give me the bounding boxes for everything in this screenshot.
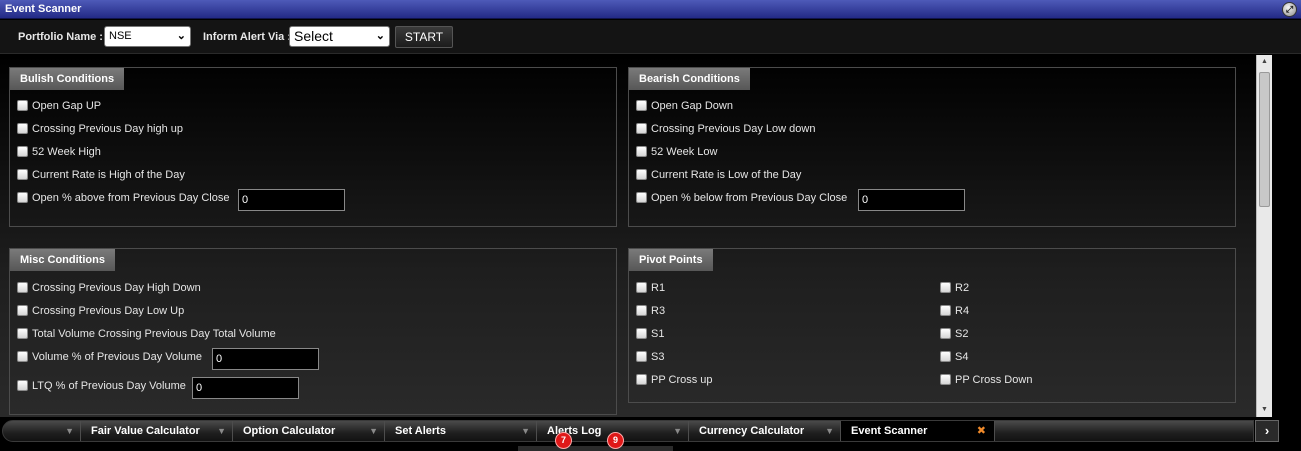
chevron-down-icon: ▼ xyxy=(65,426,74,436)
chevron-down-icon: ▼ xyxy=(673,426,682,436)
checkbox[interactable] xyxy=(636,192,647,203)
scroll-up-icon[interactable]: ▲ xyxy=(1257,55,1272,69)
bearish-current-low[interactable]: Current Rate is Low of the Day xyxy=(636,169,801,181)
misc-crossing-prev-high-down[interactable]: Crossing Previous Day High Down xyxy=(17,282,201,294)
checkbox[interactable] xyxy=(636,123,647,134)
pivot-r2[interactable]: R2 xyxy=(940,282,969,294)
window-title: Event Scanner xyxy=(5,3,82,15)
portfolio-select[interactable]: NSE ⌄ xyxy=(104,26,191,47)
bullish-panel-title: Bulish Conditions xyxy=(10,68,125,90)
alerts-log-badge: 9 xyxy=(607,432,624,449)
checkbox[interactable] xyxy=(636,328,647,339)
inform-alert-select[interactable]: Select ⌄ xyxy=(289,26,390,47)
misc-ltq-percent-input[interactable]: 0 xyxy=(192,377,299,399)
toolbar: Portfolio Name : NSE ⌄ Inform Alert Via … xyxy=(0,20,1301,54)
bullish-open-gap-up[interactable]: Open Gap UP xyxy=(17,100,101,112)
chevron-down-icon: ⌄ xyxy=(375,30,385,42)
window-titlebar: Event Scanner ⤢ xyxy=(0,0,1301,19)
checkbox[interactable] xyxy=(940,351,951,362)
bullish-52-week-high[interactable]: 52 Week High xyxy=(17,146,101,158)
bullish-open-percent-above[interactable]: Open % above from Previous Day Close xyxy=(17,192,229,204)
checkbox[interactable] xyxy=(17,351,28,362)
checkbox[interactable] xyxy=(17,192,28,203)
checkbox[interactable] xyxy=(636,282,647,293)
bearish-open-percent-below[interactable]: Open % below from Previous Day Close xyxy=(636,192,847,204)
pivot-s3[interactable]: S3 xyxy=(636,351,664,363)
checkbox[interactable] xyxy=(17,100,28,111)
chevron-down-icon: ⌄ xyxy=(176,30,186,42)
checkbox[interactable] xyxy=(17,123,28,134)
bullish-current-high[interactable]: Current Rate is High of the Day xyxy=(17,169,185,181)
chevron-down-icon: ▼ xyxy=(217,426,226,436)
pivot-panel-title: Pivot Points xyxy=(629,249,713,271)
pivot-panel: Pivot Points xyxy=(628,248,1236,403)
inform-alert-label: Inform Alert Via : xyxy=(203,31,292,43)
checkbox[interactable] xyxy=(17,328,28,339)
tab-fair-value-calculator[interactable]: Fair Value Calculator ▼ xyxy=(81,421,233,441)
inform-alert-select-value: Select xyxy=(294,28,333,44)
pivot-r3[interactable]: R3 xyxy=(636,305,665,317)
chevron-right-icon[interactable]: › xyxy=(1255,420,1279,442)
close-icon[interactable]: ✖ xyxy=(977,421,986,441)
scroll-thumb[interactable] xyxy=(1259,72,1270,207)
expand-icon[interactable]: ⤢ xyxy=(1282,2,1297,17)
misc-ltq-percent[interactable]: LTQ % of Previous Day Volume xyxy=(17,380,186,392)
bearish-panel-title: Bearish Conditions xyxy=(629,68,750,90)
bearish-open-gap-down[interactable]: Open Gap Down xyxy=(636,100,733,112)
vertical-scrollbar[interactable]: ▲ ▼ xyxy=(1256,55,1272,417)
tab-strip: ▼ Fair Value Calculator ▼ Option Calculat… xyxy=(2,420,1254,442)
checkbox[interactable] xyxy=(636,100,647,111)
checkbox[interactable] xyxy=(17,146,28,157)
checkbox[interactable] xyxy=(17,380,28,391)
checkbox[interactable] xyxy=(940,374,951,385)
tab-currency-calculator[interactable]: Currency Calculator ▼ xyxy=(689,421,841,441)
pivot-s2[interactable]: S2 xyxy=(940,328,968,340)
pivot-pp-cross-down[interactable]: PP Cross Down xyxy=(940,374,1032,386)
misc-panel-title: Misc Conditions xyxy=(10,249,115,271)
pivot-s4[interactable]: S4 xyxy=(940,351,968,363)
checkbox[interactable] xyxy=(940,282,951,293)
checkbox[interactable] xyxy=(940,305,951,316)
portfolio-select-value: NSE xyxy=(109,30,132,42)
pivot-pp-cross-up[interactable]: PP Cross up xyxy=(636,374,713,386)
misc-volume-percent-input[interactable]: 0 xyxy=(212,348,319,370)
checkbox[interactable] xyxy=(636,169,647,180)
checkbox[interactable] xyxy=(17,169,28,180)
alerts-badge: 7 xyxy=(555,432,572,449)
bearish-52-week-low[interactable]: 52 Week Low xyxy=(636,146,717,158)
bearish-percent-input[interactable]: 0 xyxy=(858,189,965,211)
start-button[interactable]: START xyxy=(395,26,453,48)
bullish-percent-input[interactable]: 0 xyxy=(238,189,345,211)
pivot-r4[interactable]: R4 xyxy=(940,305,969,317)
misc-volume-percent[interactable]: Volume % of Previous Day Volume xyxy=(17,351,202,363)
checkbox[interactable] xyxy=(636,351,647,362)
tab-option-calculator[interactable]: Option Calculator ▼ xyxy=(233,421,385,441)
scroll-down-icon[interactable]: ▼ xyxy=(1257,403,1272,417)
tab-set-alerts[interactable]: Set Alerts ▼ xyxy=(385,421,537,441)
pivot-r1[interactable]: R1 xyxy=(636,282,665,294)
pivot-s1[interactable]: S1 xyxy=(636,328,664,340)
tab-empty[interactable]: ▼ xyxy=(3,421,81,441)
chevron-down-icon: ▼ xyxy=(825,426,834,436)
checkbox[interactable] xyxy=(940,328,951,339)
chevron-down-icon: ▼ xyxy=(369,426,378,436)
checkbox[interactable] xyxy=(17,305,28,316)
misc-crossing-prev-low-up[interactable]: Crossing Previous Day Low Up xyxy=(17,305,184,317)
checkbox[interactable] xyxy=(636,146,647,157)
checkbox[interactable] xyxy=(636,305,647,316)
bearish-crossing-prev-low[interactable]: Crossing Previous Day Low down xyxy=(636,123,815,135)
portfolio-label: Portfolio Name : xyxy=(18,31,103,43)
bullish-crossing-prev-high[interactable]: Crossing Previous Day high up xyxy=(17,123,183,135)
chevron-down-icon: ▼ xyxy=(521,426,530,436)
tab-event-scanner[interactable]: Event Scanner ✖ xyxy=(841,421,995,441)
checkbox[interactable] xyxy=(636,374,647,385)
misc-total-volume-crossing[interactable]: Total Volume Crossing Previous Day Total… xyxy=(17,328,276,340)
checkbox[interactable] xyxy=(17,282,28,293)
bottom-tab-bar: ▼ Fair Value Calculator ▼ Option Calculat… xyxy=(0,418,1301,451)
